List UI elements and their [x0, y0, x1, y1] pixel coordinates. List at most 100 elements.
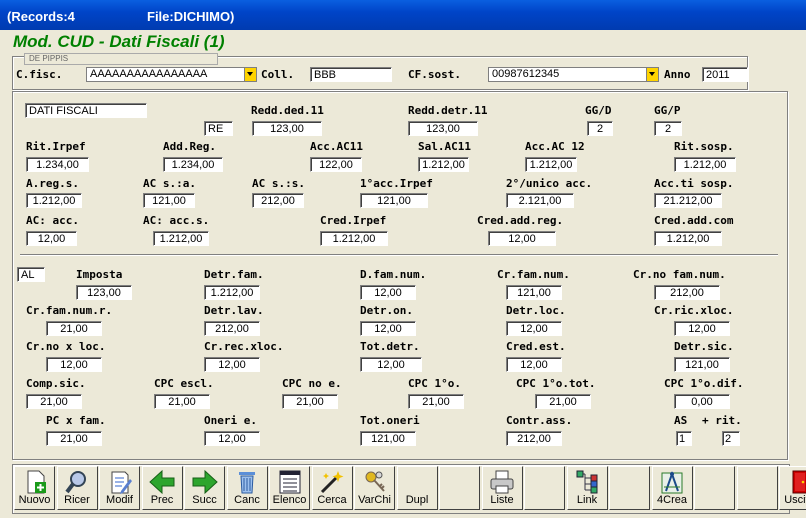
d-fam-num-field[interactable]: 12,00 — [360, 285, 416, 300]
toolbar-button-empty[interactable] — [609, 466, 650, 510]
toolbar-button-elenco[interactable]: Elenco — [269, 466, 310, 510]
as-field[interactable]: 1 — [676, 431, 692, 446]
ac-ss-field[interactable]: 212,00 — [252, 193, 304, 208]
anno-field[interactable]: 2011 — [702, 67, 748, 82]
cr-rec-xloc-field[interactable]: 12,00 — [204, 357, 260, 372]
detr-loc-field[interactable]: 12,00 — [506, 321, 562, 336]
rit-field[interactable]: 2 — [722, 431, 740, 446]
acc-ac12-field[interactable]: 1.212,00 — [525, 157, 577, 172]
ac-accs-label: AC: acc.s. — [143, 214, 210, 227]
re-field[interactable]: RE — [204, 121, 233, 136]
toolbar-button-ricer[interactable]: Ricer — [56, 466, 98, 510]
contr-ass-field[interactable]: 212,00 — [506, 431, 562, 446]
oneri-e-label: Oneri e. — [204, 414, 257, 427]
ggp-label: GG/P — [654, 104, 681, 117]
first-acc-irpef-label: 1°acc.Irpef — [360, 177, 433, 190]
toolbar-button-cerca[interactable]: Cerca — [311, 466, 353, 510]
pc-x-fam-field[interactable]: 21,00 — [46, 431, 102, 446]
cr-no-fam-num-field[interactable]: 212,00 — [654, 285, 720, 300]
add-reg-field[interactable]: 1.234,00 — [163, 157, 223, 172]
toolbar-button-nuovo[interactable]: Nuovo — [14, 466, 55, 510]
acc-ac11-field[interactable]: 122,00 — [310, 157, 362, 172]
toolbar-button-modif[interactable]: Modif — [99, 466, 140, 510]
areg-s-field[interactable]: 1.212,00 — [26, 193, 82, 208]
cpc-escl-field[interactable]: 21,00 — [154, 394, 210, 409]
toolbar-button-prec[interactable]: Prec — [141, 466, 183, 510]
tot-detr-field[interactable]: 12,00 — [360, 357, 422, 372]
trash-icon — [228, 469, 267, 495]
rit-irpef-field[interactable]: 1.234,00 — [26, 157, 89, 172]
oneri-e-field[interactable]: 12,00 — [204, 431, 260, 446]
cr-fam-num-r-field[interactable]: 21,00 — [46, 321, 102, 336]
form-title: Mod. CUD - Dati Fiscali (1) — [13, 32, 225, 51]
rit-sosp-field[interactable]: 1.212,00 — [674, 157, 736, 172]
detr-fam-field[interactable]: 1.212,00 — [204, 285, 260, 300]
cred-est-field[interactable]: 12,00 — [506, 357, 562, 372]
cpc-no-e-field[interactable]: 21,00 — [282, 394, 338, 409]
dati-fiscali-field[interactable]: DATI FISCALI — [25, 103, 147, 118]
chevron-down-icon[interactable] — [646, 68, 658, 81]
sal-ac11-label: Sal.AC11 — [418, 140, 471, 153]
cpc-1o-label: CPC 1°o. — [408, 377, 461, 390]
section-divider — [20, 254, 778, 256]
cred-irpef-field[interactable]: 1.212,00 — [320, 231, 388, 246]
first-acc-irpef-field[interactable]: 121,00 — [360, 193, 428, 208]
cpc-1o-field[interactable]: 21,00 — [408, 394, 464, 409]
redd-ded-field[interactable]: 123,00 — [252, 121, 322, 136]
tot-oneri-label: Tot.oneri — [360, 414, 420, 427]
comp-sic-field[interactable]: 21,00 — [26, 394, 82, 409]
cr-ric-xloc-field[interactable]: 12,00 — [674, 321, 730, 336]
cfsost-combo[interactable]: 00987612345 — [488, 67, 659, 82]
cr-fam-num-field[interactable]: 121,00 — [506, 285, 562, 300]
cpc-1o-tot-field[interactable]: 21,00 — [535, 394, 591, 409]
toolbar-button-canc[interactable]: Canc — [226, 466, 268, 510]
cpc-1o-dif-label: CPC 1°o.dif. — [664, 377, 744, 390]
second-unico-field[interactable]: 2.121,00 — [506, 193, 574, 208]
coll-field[interactable]: BBB — [310, 67, 392, 82]
header-tab[interactable]: DE PIPPIS — [24, 53, 218, 65]
ggd-field[interactable]: 2 — [587, 121, 613, 136]
cred-add-com-field[interactable]: 1.212,00 — [654, 231, 722, 246]
window-titlebar: (Records:4 File:DICHIMO) — [0, 0, 806, 30]
toolbar-button-empty[interactable] — [439, 466, 480, 510]
cred-irpef-label: Cred.Irpef — [320, 214, 387, 227]
ggd-label: GG/D — [585, 104, 612, 117]
toolbar-button-uscita[interactable]: Uscita — [779, 466, 806, 510]
cfisc-label: C.fisc. — [16, 68, 63, 81]
detr-loc-label: Detr.loc. — [506, 304, 566, 317]
toolbar-button-empty[interactable] — [694, 466, 735, 510]
tot-oneri-field[interactable]: 121,00 — [360, 431, 416, 446]
toolbar-button-4crea[interactable]: 4Crea — [651, 466, 693, 510]
ggp-field[interactable]: 2 — [654, 121, 682, 136]
toolbar-button-succ[interactable]: Succ — [184, 466, 225, 510]
imposta-field[interactable]: 123,00 — [76, 285, 132, 300]
cred-add-com-label: Cred.add.com — [654, 214, 734, 227]
ac-accs-field[interactable]: 1.212,00 — [153, 231, 209, 246]
toolbar-button-liste[interactable]: Liste — [481, 466, 523, 510]
redd-detr-field[interactable]: 123,00 — [408, 121, 478, 136]
arrow-right-icon — [185, 469, 224, 495]
chevron-down-icon[interactable] — [244, 68, 256, 81]
toolbar-button-empty[interactable] — [736, 466, 778, 510]
ac-acc-field[interactable]: 12,00 — [26, 231, 77, 246]
detr-sic-field[interactable]: 121,00 — [674, 357, 730, 372]
detr-on-field[interactable]: 12,00 — [360, 321, 416, 336]
al-field[interactable]: AL — [17, 267, 45, 282]
sal-ac11-field[interactable]: 1.212,00 — [418, 157, 469, 172]
edit-doc-icon — [100, 469, 139, 495]
toolbar-button-dupl[interactable]: Dupl — [396, 466, 438, 510]
cpc-no-e-label: CPC no e. — [282, 377, 342, 390]
cpc-1o-dif-field[interactable]: 0,00 — [674, 394, 730, 409]
detr-lav-field[interactable]: 212,00 — [204, 321, 260, 336]
acc-ti-sosp-field[interactable]: 21.212,00 — [654, 193, 722, 208]
detr-fam-label: Detr.fam. — [204, 268, 264, 281]
ac-sa-field[interactable]: 121,00 — [143, 193, 195, 208]
toolbar-button-empty[interactable] — [524, 466, 565, 510]
cr-no-x-loc-field[interactable]: 12,00 — [46, 357, 102, 372]
toolbar-button-link[interactable]: Link — [566, 466, 608, 510]
toolbar-button-varchi[interactable]: VarChi — [354, 466, 395, 510]
cred-add-reg-field[interactable]: 12,00 — [488, 231, 556, 246]
cfisc-combo[interactable]: AAAAAAAAAAAAAAAA — [86, 67, 257, 82]
toolbar-button-label: Cerca — [317, 494, 347, 506]
arrow-left-icon — [143, 469, 182, 495]
